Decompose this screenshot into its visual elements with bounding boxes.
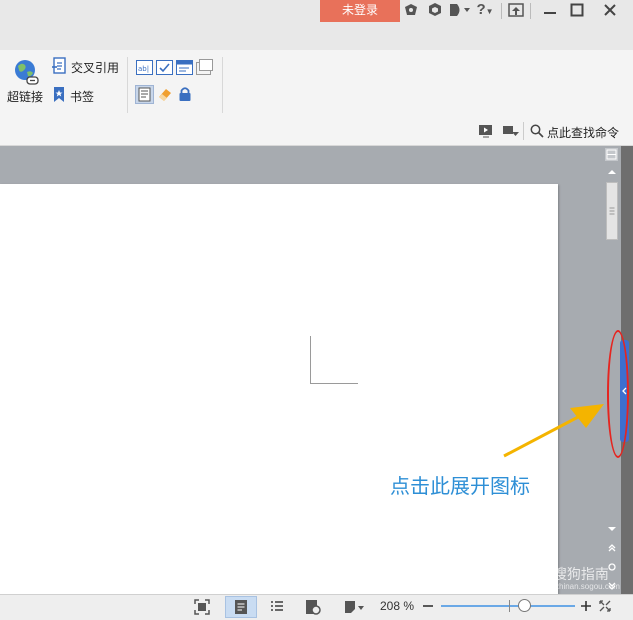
frame-control-icon[interactable] [196,59,213,75]
cross-reference-button[interactable]: 交叉引用 [50,57,122,77]
web-layout-icon[interactable] [304,598,322,616]
login-button[interactable]: 未登录 [320,0,400,22]
command-search[interactable]: 点此查找命令 [528,122,628,140]
close-icon[interactable] [600,0,620,20]
hyperlink-button[interactable]: 超链接 [4,56,46,108]
fit-window-icon[interactable] [598,599,612,613]
title-bar [0,0,633,50]
scroll-thumb[interactable] [606,182,618,240]
eye-protection-dropdown[interactable] [342,598,368,616]
cube-icon[interactable] [426,0,444,20]
svg-text:ab|: ab| [138,65,149,73]
checkbox-control-icon[interactable] [156,60,173,75]
ribbon-separator [523,122,524,140]
hyperlink-label: 超链接 [7,90,44,104]
bookmark-button[interactable]: 书签 [50,85,100,105]
maximize-icon[interactable] [567,0,587,20]
split-view-icon[interactable] [605,148,618,161]
previous-page-icon[interactable] [606,542,618,552]
search-icon [530,124,544,138]
ribbon-separator [127,57,128,113]
play-icon[interactable] [478,124,494,138]
outline-view-icon[interactable] [268,598,286,616]
quick-access-dropdown-icon[interactable] [502,124,520,138]
help-button[interactable]: ?▼ [474,0,496,20]
search-command-label: 点此查找命令 [547,126,620,140]
titlebar-divider [530,3,531,19]
zoom-level[interactable]: 208 % [380,599,414,613]
eraser-icon[interactable] [157,86,173,102]
zoom-out-icon[interactable] [422,600,434,612]
ribbon-separator [222,57,223,113]
page-view-icon [235,600,247,614]
margin-corner-mark [310,336,358,384]
full-screen-icon[interactable] [193,598,211,616]
watermark-logo-icon: S [533,567,549,584]
annotation-highlight-circle [607,330,629,458]
cross-reference-label: 交叉引用 [71,61,120,75]
watermark-url: zhinan.sogou.com [555,582,620,591]
dropdown-control-icon[interactable] [176,60,193,75]
zoom-slider[interactable] [441,605,575,607]
help-icon: ? [476,1,486,18]
watermark-text: S 搜狗指南 [533,564,609,584]
page-view-button[interactable] [225,596,257,618]
lock-icon[interactable] [178,86,192,102]
watermark-label: 搜狗指南 [552,566,609,582]
annotation-arrow [503,404,604,458]
scroll-down-icon[interactable] [606,523,618,533]
minimize-icon[interactable] [540,0,560,20]
text-field-control-icon[interactable]: ab| [136,60,153,75]
design-mode-icon[interactable] [135,85,154,104]
zoom-in-icon[interactable] [579,599,593,613]
zoom-slider-handle[interactable] [518,599,531,612]
pin-ribbon-icon[interactable] [506,0,526,20]
titlebar-divider [501,3,502,19]
hyperlink-globe-icon [15,60,39,85]
scroll-up-icon[interactable] [606,166,618,176]
skin-icon[interactable] [402,0,420,20]
zoom-100-marker [509,600,510,612]
bookmark-label: 书签 [70,90,95,104]
document-page[interactable] [0,184,558,594]
annotation-caption: 点击此展开图标 [390,476,530,498]
bookmark-icon [54,87,64,102]
share-dropdown-icon[interactable] [448,0,472,20]
cross-reference-icon [52,57,66,74]
